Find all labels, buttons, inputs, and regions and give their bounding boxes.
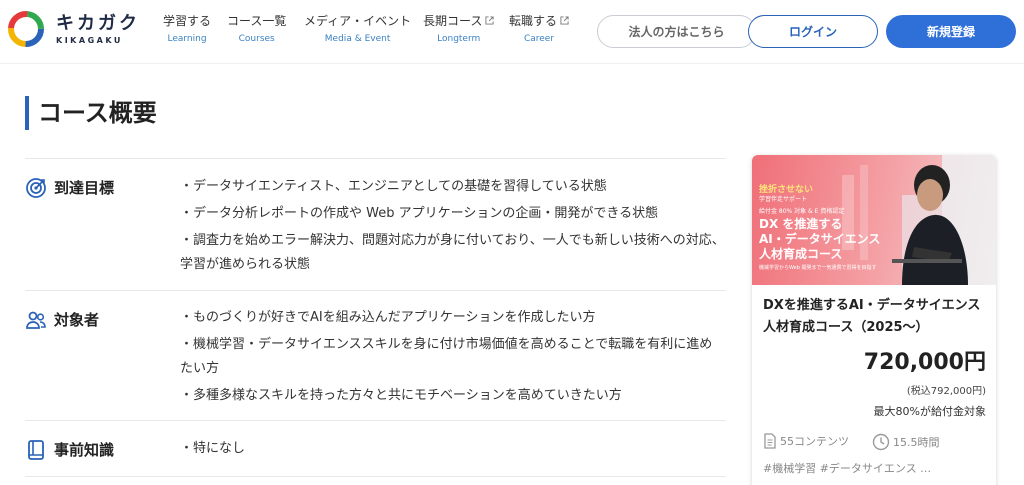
external-link-icon [485,16,494,25]
document-icon [764,433,776,449]
kikagaku-logo-icon[interactable] [6,9,46,49]
site-header: キカガク KIKAGAKU 学習する Learning コース一覧 Course… [0,0,1024,64]
banner-line4c: 人材育成コース [759,247,843,261]
list-item: ・ものづくりが好きでAIを組み込んだアプリケーションを作成したい方 [180,310,596,325]
login-button[interactable]: ログイン [748,15,878,48]
course-tags: #機械学習 #データサイエンス … [763,462,932,475]
banner-line4b: AI・データサイエンス [759,232,881,246]
goals-list: ・データサイエンティスト、エンジニアとしての基礎を習得している状態 ・データ分析… [180,175,725,280]
brand[interactable]: キカガク KIKAGAKU [56,13,140,46]
section-divider [25,476,726,477]
nav-label: 長期コース [423,14,483,28]
nav-sublabel: Learning [167,34,207,44]
external-link-icon [560,16,569,25]
banner-line2: 学習伴走サポート [759,196,808,203]
nav-career[interactable]: 転職する Career [509,13,569,44]
nav-label: メディア・イベント [304,14,412,28]
duration-label: 15.5時間 [893,436,940,449]
duration: 15.5時間 [872,433,940,451]
users-icon [26,311,46,329]
nav-sublabel: Media & Event [324,34,391,44]
nav-sublabel: Career [523,34,555,44]
nav-label-wrap: 転職する [509,13,569,29]
nav-sublabel: Courses [238,34,275,44]
section-label-goals: 到達目標 [54,179,115,197]
list-item: ・多種多様なスキルを持った方々と共にモチベーションを高めていきたい方 [180,388,622,403]
nav-longterm[interactable]: 長期コース Longterm [423,13,494,44]
list-item: ・データサイエンティスト、エンジニアとしての基礎を習得している状態 [180,179,607,194]
target-icon [26,178,46,198]
section-label-prereq: 事前知識 [54,441,115,459]
list-item: ・調査力を始めエラー解決力、問題対応力が身に付いており、一人でも新しい技術への対… [180,233,725,272]
subsidy-note: 最大80%が給付金対象 [873,405,986,418]
contents-count: 55コンテンツ [763,433,849,449]
nav-sublabel: Longterm [437,34,481,44]
list-item: ・機械学習・データサイエンススキルを身に付け市場価値を高めることで転職を有利に進… [180,337,713,376]
clock-icon [872,433,890,451]
list-item: ・データ分析レポートの作成や Web アプリケーションの企画・開発ができる状態 [180,206,659,221]
contents-label: 55コンテンツ [780,435,849,448]
section-divider [25,158,726,159]
nav-media-event[interactable]: メディア・イベント Media & Event [304,13,411,44]
nav-courses[interactable]: コース一覧 Courses [227,13,286,44]
nav-label-wrap: 長期コース [423,13,494,29]
banner-line5: 機械学習からWeb 開発まで一気通貫で習得を目指す [759,265,877,271]
brand-name-jp: キカガク [56,13,140,34]
banner-line3: 給付金 80% 対象 & E 資格認定 [759,208,845,215]
banner-line1: 挫折させない [759,185,814,195]
section-divider [25,420,726,421]
page-title: コース概要 [38,99,157,127]
nav-label: コース一覧 [227,14,287,28]
course-card[interactable]: 挫折させない 学習伴走サポート 給付金 80% 対象 & E 資格認定 DX を… [752,155,996,485]
prereq-list: ・特になし [180,437,725,464]
target-list: ・ものづくりが好きでAIを組み込んだアプリケーションを作成したい方 ・機械学習・… [180,306,725,411]
book-icon [28,440,44,460]
list-item: ・特になし [180,441,246,456]
course-title[interactable]: DXを推進するAI・データサイエンス人材育成コース（2025〜） [763,295,988,339]
nav-learning[interactable]: 学習する Learning [163,13,211,44]
section-label-target: 対象者 [54,311,100,329]
corporate-button[interactable]: 法人の方はこちら [597,15,756,48]
course-banner: 挫折させない 学習伴走サポート 給付金 80% 対象 & E 資格認定 DX を… [752,155,996,285]
nav-label: 転職する [509,14,558,28]
course-price: 720,000円 [863,350,986,375]
brand-name-en: KIKAGAKU [56,36,123,45]
course-price-tax: (税込792,000円) [906,386,986,397]
title-accent-bar [25,96,29,130]
signup-button[interactable]: 新規登録 [886,15,1016,48]
banner-line4a: DX を推進する [759,217,843,231]
section-divider [25,290,726,291]
banner-text: 挫折させない 学習伴走サポート 給付金 80% 対象 & E 資格認定 DX を… [759,185,880,273]
nav-label: 学習する [163,14,212,28]
